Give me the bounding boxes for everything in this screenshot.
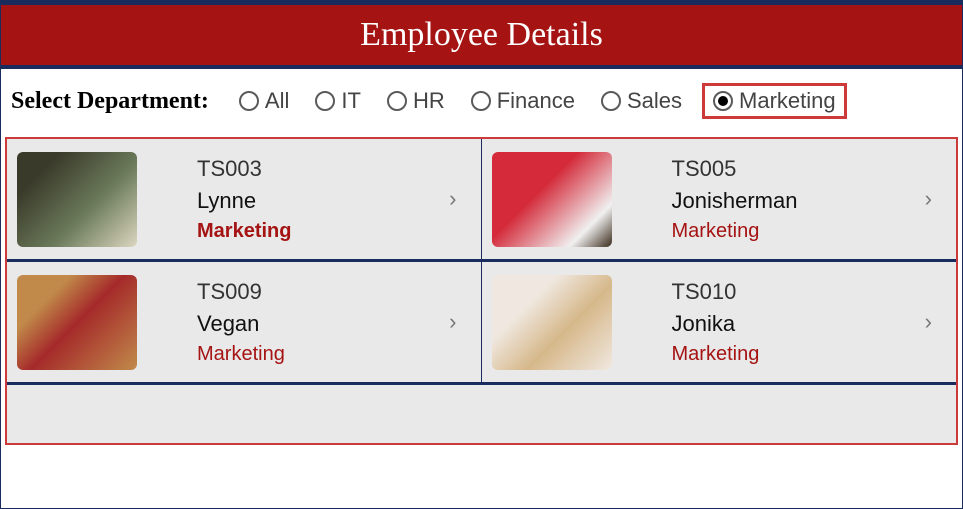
employee-department: Marketing [672,343,919,366]
avatar [17,275,137,370]
employee-department: Marketing [197,343,443,366]
radio-icon [239,91,259,111]
avatar [492,152,612,247]
employee-name: Vegan [197,311,443,337]
radio-icon [471,91,491,111]
chevron-right-icon[interactable]: › [443,186,462,212]
avatar [17,152,137,247]
page-title: Employee Details [360,16,603,54]
employee-name: Jonisherman [672,188,919,214]
gallery-row: TS003 Lynne Marketing › TS005 Jonisherma… [7,139,956,260]
employee-id: TS010 [672,279,919,305]
radio-option-hr[interactable]: HR [381,86,451,116]
chevron-right-icon[interactable]: › [919,309,938,335]
chevron-right-icon[interactable]: › [919,186,938,212]
radio-label: Finance [497,88,575,114]
filter-label: Select Department: [11,88,209,115]
radio-label: Marketing [739,88,836,114]
department-filter-bar: Select Department: All IT HR Finance Sal… [1,69,962,137]
radio-option-sales[interactable]: Sales [595,86,688,116]
employee-department: Marketing [197,220,443,243]
employee-info: TS009 Vegan Marketing [197,279,443,366]
radio-label: IT [341,88,361,114]
radio-option-all[interactable]: All [233,86,295,116]
radio-label: Sales [627,88,682,114]
gallery-row: TS009 Vegan Marketing › TS010 Jonika Mar… [7,260,956,383]
employee-department: Marketing [672,220,919,243]
radio-option-marketing[interactable]: Marketing [702,83,847,119]
radio-option-it[interactable]: IT [309,86,367,116]
radio-icon [315,91,335,111]
employee-info: TS010 Jonika Marketing [672,279,919,366]
radio-icon [713,91,733,111]
employee-card[interactable]: TS009 Vegan Marketing › [7,262,482,382]
gallery-empty-row [7,383,956,443]
employee-card[interactable]: TS005 Jonisherman Marketing › [482,139,957,259]
employee-gallery: TS003 Lynne Marketing › TS005 Jonisherma… [5,137,958,445]
employee-card[interactable]: TS003 Lynne Marketing › [7,139,482,259]
employee-id: TS003 [197,156,443,182]
avatar [492,275,612,370]
radio-label: HR [413,88,445,114]
radio-option-finance[interactable]: Finance [465,86,581,116]
chevron-right-icon[interactable]: › [443,309,462,335]
page-header: Employee Details [1,1,962,69]
employee-card[interactable]: TS010 Jonika Marketing › [482,262,957,382]
employee-info: TS003 Lynne Marketing [197,156,443,243]
employee-id: TS005 [672,156,919,182]
employee-info: TS005 Jonisherman Marketing [672,156,919,243]
radio-icon [387,91,407,111]
radio-label: All [265,88,289,114]
radio-icon [601,91,621,111]
employee-name: Lynne [197,188,443,214]
employee-name: Jonika [672,311,919,337]
employee-id: TS009 [197,279,443,305]
